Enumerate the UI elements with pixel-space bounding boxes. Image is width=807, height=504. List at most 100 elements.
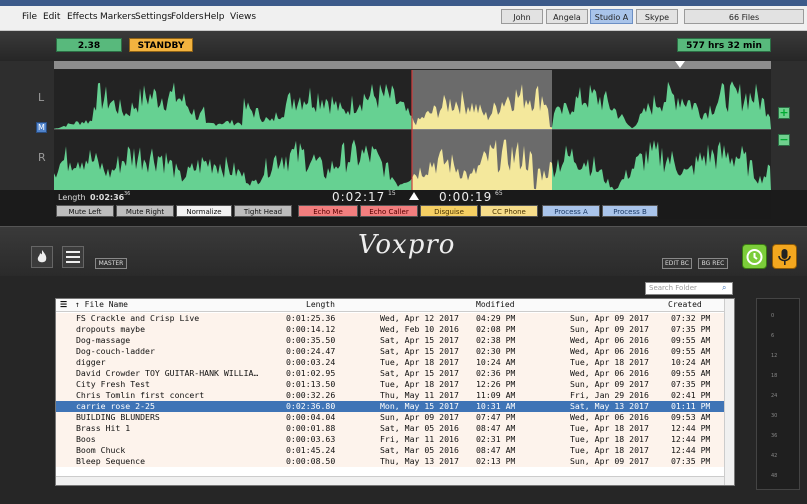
menu-file[interactable]: File [22, 12, 37, 22]
table-row[interactable]: FS Crackle and Crisp Live 0:01:25.36 Wed, … [56, 313, 724, 324]
modified-time-cell: 02:36 PM [476, 368, 516, 378]
length-cell: 0:01:45.24 [286, 445, 336, 455]
end-marker-icon[interactable] [675, 61, 685, 68]
mute-left-button[interactable]: Mute Left [56, 205, 114, 217]
length-cell: 0:00:01.88 [286, 423, 336, 433]
menu-effects[interactable]: Effects [67, 12, 98, 22]
table-row[interactable]: Dog-couch-ladder 0:00:24.47 Sat, Apr 15 20… [56, 346, 724, 357]
table-row[interactable]: dropouts maybe 0:00:14.12 Wed, Feb 10 2016… [56, 324, 724, 335]
created-time-cell: 12:44 PM [671, 445, 711, 455]
column-modified[interactable]: Modified [476, 300, 515, 309]
modified-date-cell: Sun, Apr 09 2017 [380, 412, 459, 422]
microphone-icon[interactable] [772, 244, 797, 269]
length-cell: 0:01:13.50 [286, 379, 336, 389]
column-file-name[interactable]: ↑ File Name [75, 300, 128, 309]
meter-tick: 18 [771, 373, 778, 379]
length-cell: 0:00:35.50 [286, 335, 336, 345]
menu-markers[interactable]: Markers [100, 12, 136, 22]
created-time-cell: 02:41 PM [671, 390, 711, 400]
vertical-scrollbar[interactable] [724, 299, 734, 485]
effects-toolbar: Mute Left Mute Right Normalize Tight Hea… [54, 204, 771, 219]
tight-head-button[interactable]: Tight Head [234, 205, 292, 217]
file-name-cell: City Fresh Test [76, 379, 150, 389]
table-row[interactable]: Boom Chuck 0:01:45.24 Sat, Mar 05 2016 08:4… [56, 445, 724, 456]
file-list-header: ☰ ↑ File Name Length Modified Created [56, 299, 724, 312]
zoom-in-button[interactable]: + [778, 107, 790, 119]
length-sup: 36 [124, 191, 131, 197]
created-time-cell: 09:55 AM [671, 368, 711, 378]
edit-bc-button[interactable]: EDIT BC [662, 258, 692, 269]
search-input[interactable]: Search Folder [645, 282, 733, 295]
created-date-cell: Sun, Apr 09 2017 [570, 324, 649, 334]
storage-remaining: 577 hrs 32 min [677, 38, 771, 52]
app-logo: Voxpro [358, 230, 456, 260]
modified-date-cell: Sat, Apr 15 2017 [380, 346, 459, 356]
echo-caller-button[interactable]: Echo Caller [360, 205, 418, 217]
waveform-svg[interactable] [54, 62, 771, 191]
menu-help[interactable]: Help [204, 12, 225, 22]
waveform-display[interactable] [54, 61, 771, 191]
created-date-cell: Sun, Apr 09 2017 [570, 379, 649, 389]
table-row[interactable]: Chris Tomlin first concert 0:00:32.26 Thu,… [56, 390, 724, 401]
user-tab-angela[interactable]: Angela [546, 9, 588, 24]
timeline-ruler[interactable] [54, 61, 771, 69]
modified-date-cell: Sat, Apr 15 2017 [380, 335, 459, 345]
file-name-cell: Dog-massage [76, 335, 131, 345]
user-tab-studio-a[interactable]: Studio A [590, 9, 633, 24]
modified-time-cell: 02:08 PM [476, 324, 516, 334]
mute-right-button[interactable]: Mute Right [116, 205, 174, 217]
user-tab-john[interactable]: John [501, 9, 543, 24]
meter-tick: 36 [771, 433, 778, 439]
timer-icon[interactable] [742, 244, 767, 269]
menu-edit[interactable]: Edit [43, 12, 60, 22]
modified-time-cell: 12:26 PM [476, 379, 516, 389]
column-created[interactable]: Created [668, 300, 702, 309]
user-tab-skype[interactable]: Skype [636, 9, 678, 24]
column-length[interactable]: Length [306, 300, 335, 309]
list-view-icon[interactable] [62, 246, 84, 268]
length-cell: 0:00:14.12 [286, 324, 336, 334]
echo-me-button[interactable]: Echo Me [298, 205, 358, 217]
zoom-out-button[interactable]: − [778, 134, 790, 146]
created-date-cell: Wed, Apr 06 2016 [570, 368, 649, 378]
master-button[interactable]: MASTER [95, 258, 127, 269]
bg-rec-button[interactable]: BG REC [698, 258, 728, 269]
normalize-button[interactable]: Normalize [176, 205, 232, 217]
file-name-cell: Bleep Sequence [76, 456, 146, 466]
meter-tick: 48 [771, 473, 778, 479]
horizontal-scrollbar[interactable] [56, 476, 724, 485]
process-b-button[interactable]: Process B [602, 205, 658, 217]
table-row[interactable]: carrie rose 2-25 0:02:36.80 Mon, May 15 20… [56, 401, 724, 412]
modified-date-cell: Tue, Apr 18 2017 [380, 379, 459, 389]
modified-date-cell: Sat, Apr 15 2017 [380, 368, 459, 378]
modified-date-cell: Thu, May 11 2017 [380, 390, 459, 400]
process-a-button[interactable]: Process A [542, 205, 600, 217]
file-list[interactable]: ☰ ↑ File Name Length Modified Created FS… [55, 298, 735, 486]
length-cell: 0:00:03.63 [286, 434, 336, 444]
file-name-cell: dropouts maybe [76, 324, 146, 334]
menu-views[interactable]: Views [230, 12, 256, 22]
menu-folders[interactable]: Folders [171, 12, 204, 22]
created-time-cell: 07:32 PM [671, 313, 711, 323]
column-menu-icon[interactable]: ☰ [60, 300, 67, 309]
file-name-cell: carrie rose 2-25 [76, 401, 155, 411]
modified-date-cell: Fri, Mar 11 2016 [380, 434, 459, 444]
meter-tick: 12 [771, 353, 778, 359]
table-row[interactable]: digger 0:00:03.24 Tue, Apr 18 2017 10:24 AM… [56, 357, 724, 368]
table-row[interactable]: City Fresh Test 0:01:13.50 Tue, Apr 18 201… [56, 379, 724, 390]
created-date-cell: Sun, Apr 09 2017 [570, 313, 649, 323]
table-row[interactable]: BUILDING BLUNDERS 0:00:04.04 Sun, Apr 09 2… [56, 412, 724, 423]
table-row[interactable]: Bleep Sequence 0:00:08.50 Thu, May 13 2017… [56, 456, 724, 467]
cc-phone-button[interactable]: CC Phone [480, 205, 538, 217]
table-row[interactable]: Brass Hit 1 0:00:01.88 Sat, Mar 05 2016 08:… [56, 423, 724, 434]
table-row[interactable]: Dog-massage 0:00:35.50 Sat, Apr 15 2017 02:… [56, 335, 724, 346]
level-meter: 0 6 12 18 24 30 36 42 48 [756, 298, 800, 490]
disguise-button[interactable]: Disguise [420, 205, 478, 217]
search-icon[interactable]: ⌕ [722, 283, 726, 293]
table-row[interactable]: Boos 0:00:03.63 Fri, Mar 11 2016 02:31 PM Tu… [56, 434, 724, 445]
created-date-cell: Tue, Apr 18 2017 [570, 423, 649, 433]
menu-settings[interactable]: Settings [135, 12, 172, 22]
mono-button[interactable]: M [36, 122, 47, 133]
table-row[interactable]: David Crowder TOY GUITAR-HANK WILLIA… 0:0… [56, 368, 724, 379]
fire-icon[interactable] [31, 246, 53, 268]
